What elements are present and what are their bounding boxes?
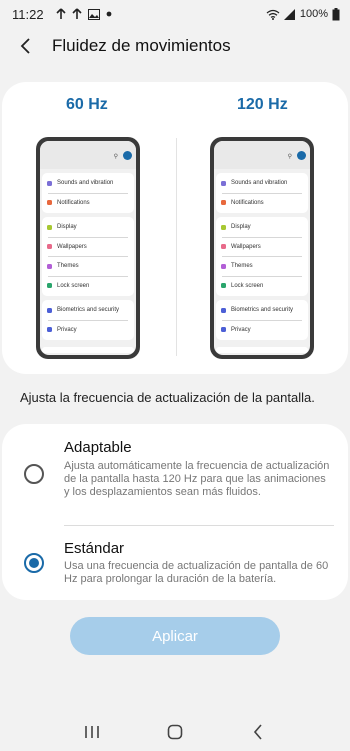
search-icon: ⚲ bbox=[113, 154, 118, 160]
list-item: Lock screen bbox=[216, 277, 308, 296]
hz-60-label: 60 Hz bbox=[66, 96, 108, 113]
home-button[interactable] bbox=[155, 717, 195, 747]
list-item: Privacy bbox=[216, 321, 308, 340]
refresh-rate-description: Ajusta la frecuencia de actualización de… bbox=[20, 390, 315, 405]
navigation-bar bbox=[0, 712, 350, 751]
option-subtitle: Usa una frecuencia de actualización de p… bbox=[64, 560, 329, 585]
list-item: Lock screen bbox=[42, 277, 134, 296]
option-subtitle: Ajusta automáticamente la frecuencia de … bbox=[64, 460, 330, 498]
hz-120-label: 120 Hz bbox=[237, 96, 288, 113]
apply-button[interactable]: Aplicar bbox=[70, 617, 280, 655]
list-item: Notifications bbox=[216, 194, 308, 213]
list-item: Wallpapers bbox=[216, 238, 308, 257]
nav-back-button[interactable] bbox=[238, 717, 278, 747]
preview-divider bbox=[176, 138, 177, 356]
upload-icon bbox=[56, 8, 66, 20]
list-item: Notifications bbox=[42, 194, 134, 213]
home-icon bbox=[167, 724, 183, 739]
preview-card: 60 Hz 120 Hz ⚲ Sounds and vibration Noti… bbox=[2, 82, 348, 374]
back-icon bbox=[254, 723, 262, 740]
option-adaptable[interactable]: Adaptable Ajusta automáticamente la frec… bbox=[2, 424, 348, 516]
list-item: Privacy bbox=[42, 321, 134, 340]
upload-icon bbox=[72, 8, 82, 20]
avatar-icon bbox=[123, 151, 132, 160]
radio-standard[interactable] bbox=[24, 553, 44, 573]
list-item: Display bbox=[216, 218, 308, 237]
list-item: Sounds and vibration bbox=[42, 174, 134, 193]
search-icon: ⚲ bbox=[287, 154, 292, 160]
phone-preview-60hz: ⚲ Sounds and vibration Notifications Dis… bbox=[36, 137, 140, 359]
phone-preview-120hz: ⚲ Sounds and vibration Notifications Dis… bbox=[210, 137, 314, 359]
wifi-icon bbox=[266, 9, 280, 20]
signal-icon bbox=[283, 8, 296, 20]
list-item: Sounds and vibration bbox=[216, 174, 308, 193]
recents-button[interactable] bbox=[72, 717, 112, 747]
radio-adaptable[interactable] bbox=[24, 464, 44, 484]
battery-icon bbox=[332, 7, 340, 21]
page-title: Fluidez de movimientos bbox=[52, 36, 231, 55]
status-bar: 11:22 100% bbox=[0, 0, 350, 28]
list-item: Display bbox=[42, 218, 134, 237]
list-item: Wallpapers bbox=[42, 238, 134, 257]
chevron-left-icon bbox=[20, 38, 30, 54]
options-card: Adaptable Ajusta automáticamente la frec… bbox=[2, 424, 348, 600]
phone-screen: ⚲ Sounds and vibration Notifications Dis… bbox=[40, 141, 136, 355]
app-bar: Fluidez de movimientos bbox=[0, 28, 350, 64]
status-time: 11:22 bbox=[12, 6, 44, 22]
list-item: Biometrics and security bbox=[42, 301, 134, 320]
list-item: Themes bbox=[42, 257, 134, 276]
battery-percent: 100% bbox=[299, 8, 328, 20]
back-button[interactable] bbox=[4, 28, 48, 64]
list-item: Themes bbox=[216, 257, 308, 276]
avatar-icon bbox=[297, 151, 306, 160]
phone-screen: ⚲ Sounds and vibration Notifications Dis… bbox=[214, 141, 310, 355]
notification-dot-icon bbox=[106, 11, 112, 17]
option-title: Estándar bbox=[64, 540, 125, 557]
options-divider bbox=[64, 525, 334, 526]
recents-icon bbox=[84, 725, 99, 738]
option-standard[interactable]: Estándar Usa una frecuencia de actualiza… bbox=[2, 530, 348, 600]
image-icon bbox=[87, 8, 100, 20]
option-title: Adaptable bbox=[64, 439, 132, 456]
list-item: Biometrics and security bbox=[216, 301, 308, 320]
